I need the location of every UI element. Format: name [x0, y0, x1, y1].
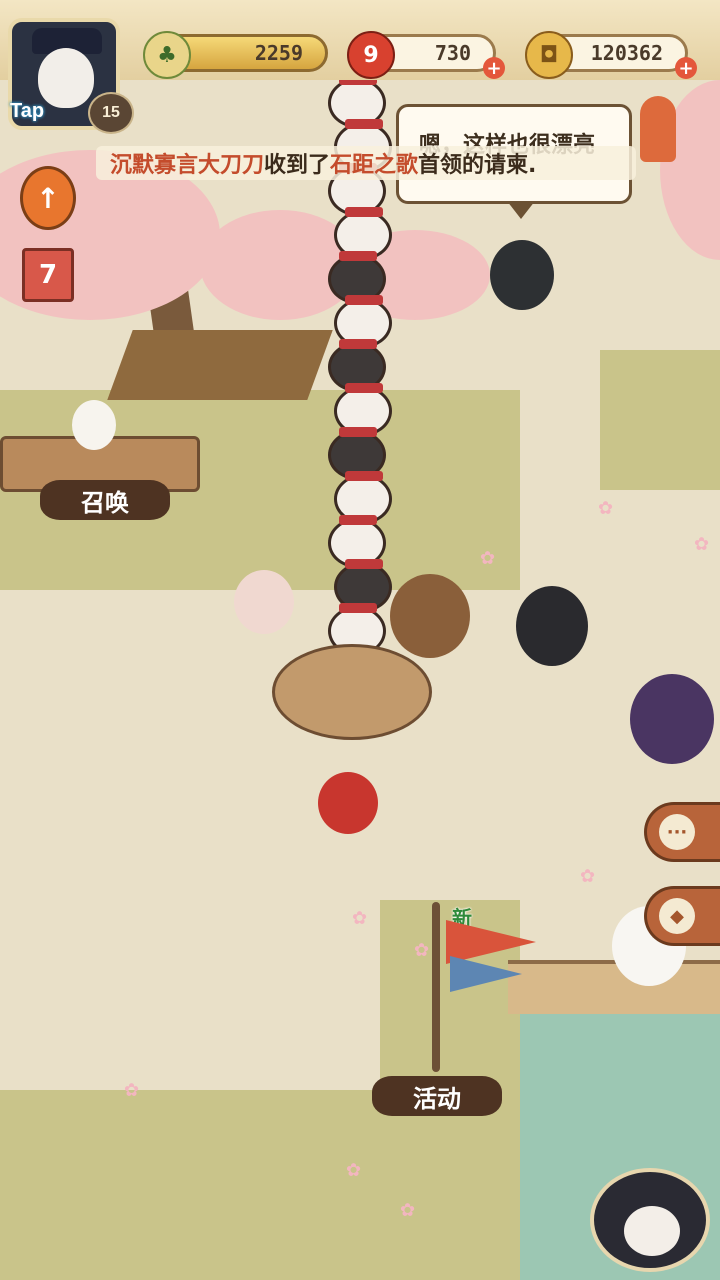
origami-boat — [107, 330, 333, 400]
kimono-girl-character[interactable] — [516, 586, 588, 666]
mask-headband — [345, 383, 383, 393]
mask-headband — [339, 427, 377, 437]
petal-decoration: ✿ — [400, 1200, 416, 1221]
magatama-icon: 9 — [347, 31, 395, 79]
bald-monk-character[interactable] — [234, 570, 294, 634]
shikigami-avatar-button[interactable] — [590, 1168, 710, 1272]
mask-headband — [339, 603, 377, 613]
notice-player-name: 沉默寡言大刀刀 — [110, 153, 265, 178]
petal-decoration: ✿ — [598, 498, 614, 519]
grass-patch — [600, 350, 720, 490]
calendar-day: 7 — [38, 260, 58, 290]
carp-fish-icon[interactable] — [640, 96, 676, 162]
mask-headband — [339, 251, 377, 261]
petal-decoration: ✿ — [346, 1160, 362, 1181]
notice-tail: 首领的请柬. — [418, 153, 537, 178]
petal-decoration: ✿ — [124, 1080, 140, 1101]
calendar-button[interactable]: 7 — [22, 248, 74, 302]
flag-pole — [432, 902, 440, 1072]
summon-sign[interactable]: 召唤 — [40, 480, 170, 520]
wooden-dock — [508, 960, 720, 1014]
event-label: 活动 — [413, 1084, 461, 1113]
round-table[interactable] — [272, 644, 432, 740]
jade-value: 2259 — [254, 41, 303, 65]
avatar-face — [38, 48, 94, 108]
coin-value: 120362 — [590, 41, 663, 65]
mask-headband — [345, 559, 383, 569]
carp-flag-blue[interactable] — [450, 956, 522, 992]
mask-headband — [339, 339, 377, 349]
mask-headband — [345, 295, 383, 305]
black-hair-character[interactable] — [490, 240, 554, 310]
petal-decoration: ✿ — [414, 940, 430, 961]
mask-headband — [345, 207, 383, 217]
mask-headband — [345, 119, 383, 129]
gift-icon: ◆ — [659, 898, 695, 934]
purple-hair-character[interactable] — [630, 674, 714, 764]
chat-button[interactable]: ··· — [644, 802, 720, 862]
coin-icon: ◘ — [525, 31, 573, 79]
gift-button[interactable]: ◆ — [644, 886, 720, 946]
add-coin-icon[interactable]: + — [675, 57, 697, 79]
mask-headband — [339, 515, 377, 525]
add-magatama-icon[interactable]: + — [483, 57, 505, 79]
magatama-counter[interactable]: 9 730 + — [347, 31, 505, 79]
pine-jade-icon: ♣ — [143, 31, 191, 79]
jade-counter[interactable]: ♣ 2259 — [143, 31, 328, 79]
magatama-value: 730 — [434, 41, 471, 65]
notice-boss-name: 石距之歌 — [330, 153, 419, 178]
arrow-up-icon: ↑ — [36, 181, 60, 215]
petal-decoration: ✿ — [580, 866, 596, 887]
event-sign[interactable]: 活动 — [372, 1076, 502, 1116]
paper-doll — [72, 400, 116, 450]
petal-decoration: ✿ — [480, 548, 496, 569]
chat-icon: ··· — [659, 814, 695, 850]
lantern-up-button[interactable]: ↑ — [20, 166, 76, 230]
notice-action: 收到了 — [264, 153, 331, 178]
player-level-badge: 15 — [88, 92, 134, 134]
shikigami-face — [624, 1206, 680, 1256]
daruma-doll[interactable] — [318, 772, 378, 834]
petal-decoration: ✿ — [352, 908, 368, 929]
tanuki-character[interactable] — [390, 574, 470, 658]
magatama-badge: 9 — [363, 42, 379, 68]
petal-decoration: ✿ — [694, 534, 710, 555]
mask-headband — [345, 471, 383, 481]
coin-counter[interactable]: ◘ 120362 + — [525, 31, 697, 79]
summon-label: 召唤 — [81, 488, 129, 517]
tap-label: Tap — [10, 100, 45, 122]
speech-bubble-tail — [507, 201, 535, 219]
notice-banner: 沉默寡言大刀刀 收到了 石距之歌 首领的请柬. — [96, 146, 636, 180]
grass-patch — [0, 1090, 520, 1280]
